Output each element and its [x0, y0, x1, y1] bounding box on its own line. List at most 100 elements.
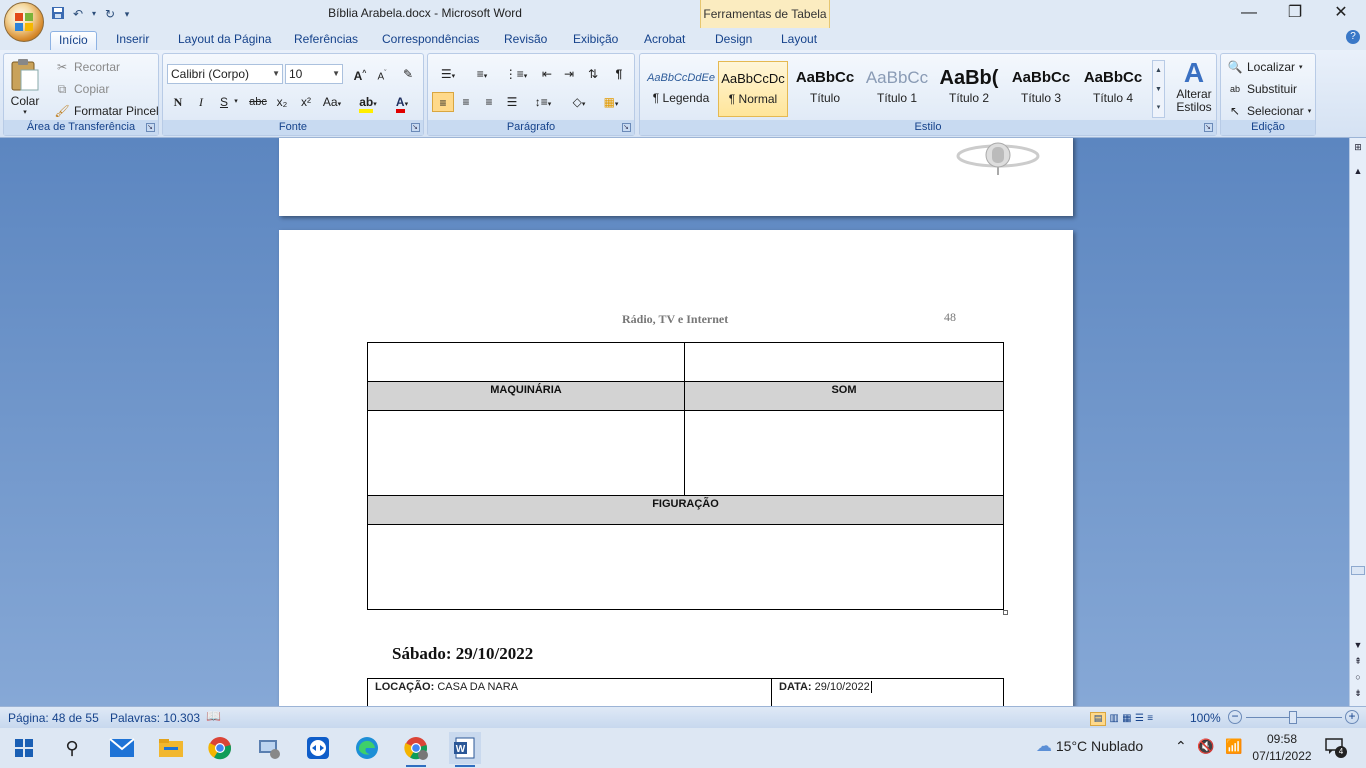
- line-spacing-button[interactable]: ↕≡▾: [528, 92, 558, 112]
- styles-scroll-down-icon[interactable]: ▼: [1153, 80, 1164, 99]
- show-hidden-icons-icon[interactable]: ⌃: [1175, 738, 1187, 755]
- find-button[interactable]: 🔍 Localizar ▾: [1227, 59, 1303, 75]
- notifications-button[interactable]: 4: [1325, 738, 1347, 758]
- styles-scroller[interactable]: ▲ ▼ ▾: [1152, 60, 1165, 118]
- next-page-icon[interactable]: ⇟: [1351, 686, 1365, 701]
- wifi-icon[interactable]: 📶: [1225, 738, 1242, 755]
- print-layout-view-icon[interactable]: ▤: [1090, 712, 1106, 726]
- select-button[interactable]: ↖ Selecionar ▾: [1227, 103, 1311, 119]
- table-cell[interactable]: [367, 410, 685, 496]
- bullets-button[interactable]: ☰▾: [432, 64, 464, 84]
- clipboard-launcher-icon[interactable]: ↘: [146, 123, 155, 132]
- zoom-level[interactable]: 100%: [1190, 711, 1221, 725]
- date-cell[interactable]: DATA: 29/10/2022: [771, 678, 1004, 708]
- style-titulo-3[interactable]: AaBbCc Título 3: [1006, 61, 1076, 117]
- tab-exibicao[interactable]: Exibição: [565, 31, 626, 50]
- tab-referencias[interactable]: Referências: [286, 31, 366, 50]
- change-case-button[interactable]: Aa▾: [319, 92, 345, 112]
- minimize-button[interactable]: —: [1226, 0, 1272, 28]
- underline-dropdown-icon[interactable]: ▾: [231, 92, 241, 112]
- table-cell[interactable]: [367, 342, 685, 382]
- table-header-cell[interactable]: MAQUINÁRIA: [367, 381, 685, 411]
- tab-layout-da-pagina[interactable]: Layout da Página: [170, 31, 279, 50]
- mail-icon[interactable]: [106, 732, 138, 764]
- shrink-font-button[interactable]: Aˇ: [371, 64, 393, 84]
- align-center-icon[interactable]: ≡: [455, 92, 477, 112]
- style-titulo-4[interactable]: AaBbCc Título 4: [1078, 61, 1148, 117]
- format-painter-button[interactable]: 🖌 Formatar Pincel: [54, 103, 158, 119]
- table-cell[interactable]: [684, 410, 1004, 496]
- font-color-button[interactable]: A▾: [387, 92, 417, 113]
- full-screen-view-icon[interactable]: ▥: [1109, 713, 1118, 724]
- outline-view-icon[interactable]: ☰: [1135, 713, 1144, 724]
- clear-formatting-icon[interactable]: ✎: [397, 64, 419, 84]
- multilevel-list-button[interactable]: ⋮≡▾: [500, 64, 532, 84]
- paragraph-launcher-icon[interactable]: ↘: [622, 123, 631, 132]
- tab-revisao[interactable]: Revisão: [496, 31, 555, 50]
- styles-launcher-icon[interactable]: ↘: [1204, 123, 1213, 132]
- change-styles-button[interactable]: A Alterar Estilos: [1172, 58, 1216, 114]
- table-resize-handle[interactable]: [1003, 610, 1008, 615]
- speaker-muted-icon[interactable]: 🔇: [1197, 738, 1214, 755]
- table-header-cell[interactable]: SOM: [684, 381, 1004, 411]
- cut-button[interactable]: ✂ Recortar: [54, 59, 120, 75]
- tab-design[interactable]: Design: [707, 31, 760, 50]
- chrome-icon[interactable]: [204, 732, 236, 764]
- style-normal[interactable]: AaBbCcDc ¶ Normal: [718, 61, 788, 117]
- location-cell[interactable]: LOCAÇÃO: CASA DA NARA: [367, 678, 772, 708]
- highlight-button[interactable]: ab▾: [353, 92, 383, 113]
- increase-indent-icon[interactable]: ⇥: [558, 64, 580, 84]
- vertical-scrollbar[interactable]: ⊞ ▲ ▼ ⇞ ○ ⇟: [1349, 138, 1366, 706]
- word-count[interactable]: Palavras: 10.303: [110, 711, 200, 725]
- align-left-icon[interactable]: ≡: [432, 92, 454, 112]
- copy-button[interactable]: ⧉ Copiar: [54, 81, 110, 97]
- sort-icon[interactable]: ⇅: [582, 64, 604, 84]
- numbering-button[interactable]: ≡▾: [466, 64, 498, 84]
- shading-button[interactable]: ◇▾: [564, 92, 594, 112]
- font-size-select[interactable]: 10 ▼: [285, 64, 343, 84]
- subscript-button[interactable]: x₂: [271, 92, 293, 112]
- zoom-in-icon[interactable]: +: [1345, 710, 1359, 724]
- table-header-cell[interactable]: FIGURAÇÃO: [367, 495, 1004, 525]
- font-name-select[interactable]: Calibri (Corpo) ▼: [167, 64, 283, 84]
- tab-acrobat[interactable]: Acrobat: [636, 31, 693, 50]
- style-titulo-1[interactable]: AaBbCc Título 1: [862, 61, 932, 117]
- browse-object-icon[interactable]: ○: [1351, 670, 1365, 685]
- style-legenda[interactable]: AaBbCcDdEe ¶ Legenda: [646, 61, 716, 117]
- close-button[interactable]: ✕: [1318, 0, 1364, 28]
- web-layout-view-icon[interactable]: ▦: [1122, 713, 1131, 724]
- clock[interactable]: 09:58 07/11/2022: [1250, 731, 1314, 765]
- decrease-indent-icon[interactable]: ⇤: [536, 64, 558, 84]
- chrome-profile-icon[interactable]: [400, 732, 432, 767]
- draft-view-icon[interactable]: ≡: [1147, 713, 1153, 724]
- justify-icon[interactable]: ☰: [501, 92, 523, 112]
- page-count[interactable]: Página: 48 de 55: [8, 711, 99, 725]
- word-icon[interactable]: W: [449, 732, 481, 767]
- zoom-out-icon[interactable]: −: [1228, 710, 1242, 724]
- restore-button[interactable]: ❐: [1272, 0, 1318, 28]
- show-marks-button[interactable]: ¶: [608, 64, 630, 84]
- tab-layout[interactable]: Layout: [773, 31, 825, 50]
- styles-more-icon[interactable]: ▾: [1153, 99, 1164, 117]
- office-button[interactable]: [4, 2, 44, 42]
- paste-button[interactable]: Colar ▾: [10, 58, 40, 116]
- ruler-toggle-icon[interactable]: ⊞: [1351, 140, 1365, 155]
- windows-start-icon[interactable]: [8, 732, 40, 764]
- superscript-button[interactable]: x²: [295, 92, 317, 112]
- file-explorer-icon[interactable]: [155, 732, 187, 764]
- borders-button[interactable]: ▦▾: [596, 92, 626, 112]
- grow-font-button[interactable]: A^: [349, 64, 371, 84]
- tab-inserir[interactable]: Inserir: [108, 31, 157, 50]
- scroll-thumb[interactable]: [1351, 566, 1365, 575]
- search-icon[interactable]: ⚲: [56, 732, 88, 764]
- weather-widget[interactable]: ☁ 15°C Nublado: [1036, 736, 1143, 756]
- scroll-up-icon[interactable]: ▲: [1351, 164, 1365, 179]
- tab-inicio[interactable]: Início: [50, 31, 97, 50]
- edge-icon[interactable]: [351, 732, 383, 764]
- table-cell[interactable]: [684, 342, 1004, 382]
- help-icon[interactable]: ?: [1346, 30, 1360, 44]
- styles-scroll-up-icon[interactable]: ▲: [1153, 61, 1164, 80]
- scroll-down-icon[interactable]: ▼: [1351, 638, 1365, 653]
- font-launcher-icon[interactable]: ↘: [411, 123, 420, 132]
- style-titulo-2[interactable]: AaBb( Título 2: [934, 61, 1004, 117]
